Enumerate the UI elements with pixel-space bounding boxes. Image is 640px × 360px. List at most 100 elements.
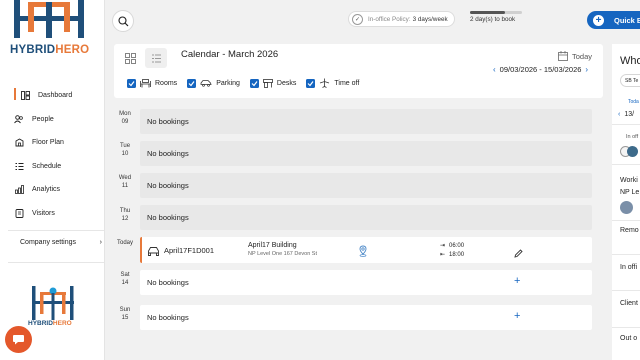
calendar-header: Calendar - March 2026 Today ‹ 09/03/2026… [114, 44, 603, 98]
progress-fill [470, 11, 505, 14]
search-button[interactable] [112, 10, 134, 32]
schedule-view-icon [151, 54, 161, 62]
visitors-icon [14, 208, 24, 218]
arrow-out-icon: ⇤ [440, 252, 446, 258]
checkbox-checked-icon[interactable] [306, 78, 316, 88]
sidebar-item-floor-plan[interactable]: Floor Plan [14, 131, 104, 155]
sidebar-item-label: People [32, 115, 54, 123]
sidebar-item-label: Analytics [32, 186, 61, 194]
today-link[interactable]: Toda [628, 99, 639, 105]
sidebar-item-schedule[interactable]: Schedule [14, 155, 104, 179]
checkbox-checked-icon[interactable] [249, 78, 259, 88]
divider [612, 164, 640, 165]
chat-icon [13, 335, 24, 345]
panel-date-nav: ‹ 13/ [618, 111, 635, 118]
logo-wordmark-small: HYBRIDHERO [28, 320, 72, 327]
date-range-nav: ‹ 09/03/2026 - 15/03/2026 › [489, 65, 592, 74]
day-row[interactable]: No bookings [140, 141, 592, 166]
filter-label: Desks [276, 79, 297, 87]
booking-progress: 2 day(s) to book [470, 11, 522, 23]
desk-icon [263, 78, 273, 88]
divider [612, 220, 640, 221]
today-button[interactable]: Today [558, 51, 592, 61]
checkbox-checked-icon[interactable] [127, 78, 136, 88]
client-label: Client [620, 300, 638, 307]
arrow-in-icon: ⇥ [440, 243, 446, 249]
booking-card[interactable]: April17F1D001 April17 Building NP Level … [140, 237, 592, 263]
team-selector[interactable]: SB Te [620, 74, 640, 87]
in-office-label-2: In offi [620, 264, 637, 271]
day-row[interactable]: No bookings + [140, 270, 592, 295]
today-label: Today [572, 51, 593, 61]
day-row[interactable]: No bookings + [140, 305, 592, 330]
no-bookings-text: No bookings [147, 149, 189, 158]
checkbox-checked-icon[interactable] [187, 78, 197, 88]
day-row[interactable]: No bookings [140, 205, 592, 230]
grid-view-icon [124, 52, 136, 64]
filter-time-off[interactable]: Time off [306, 78, 359, 88]
day-label-sun: Sun 15 [119, 307, 131, 321]
booking-end: ⇤ 18:00 [440, 251, 465, 259]
sidebar-item-dashboard[interactable]: Dashboard [14, 84, 104, 108]
filter-label: Rooms [155, 79, 178, 87]
location-label: NP Le [620, 189, 640, 196]
chat-button[interactable] [5, 326, 32, 353]
filter-parking[interactable]: Parking [187, 78, 240, 88]
divider [8, 230, 104, 231]
whos-in-panel: Who SB Te Toda ‹ 13/ In off Worki NP Le R… [612, 44, 640, 360]
location-pin-icon[interactable] [358, 244, 368, 262]
out-of-office-label: Out o [620, 335, 638, 342]
filter-label: Parking [216, 79, 240, 87]
day-label-tue: Tue 10 [119, 143, 131, 157]
grid-view-button[interactable] [119, 48, 141, 68]
filter-bar: Rooms Parking Desks Time off [127, 78, 369, 88]
car-icon [147, 244, 160, 262]
company-settings-link[interactable]: Company settings › [20, 239, 102, 246]
schedule-view-button[interactable] [145, 48, 167, 68]
sidebar: HYBRIDHERO Dashboard People Floor Plan S… [0, 0, 105, 360]
panel-title: Who [620, 55, 640, 67]
quick-book-label: Quick B [614, 15, 640, 25]
sidebar-item-people[interactable]: People [14, 108, 104, 132]
dashboard-icon [20, 91, 30, 101]
divider [612, 124, 640, 125]
chevron-right-icon: › [99, 239, 102, 246]
calendar-title: Calendar - March 2026 [181, 49, 279, 60]
booking-building: April17 Building [248, 242, 297, 249]
day-row[interactable]: No bookings [140, 109, 592, 134]
filter-label: Time off [334, 79, 360, 87]
avatar[interactable] [627, 146, 638, 157]
booking-start: ⇥ 06:00 [440, 242, 465, 250]
no-bookings-text: No bookings [147, 278, 189, 287]
edit-icon[interactable] [514, 245, 523, 263]
divider [612, 254, 640, 255]
no-bookings-text: No bookings [147, 313, 189, 322]
add-booking-button[interactable]: + [514, 311, 520, 322]
sidebar-item-label: Floor Plan [32, 139, 64, 147]
booking-id: April17F1D001 [164, 246, 215, 255]
car-icon [200, 79, 212, 87]
add-booking-button[interactable]: + [514, 276, 520, 287]
progress-label: 2 day(s) to book [470, 16, 516, 23]
sidebar-item-analytics[interactable]: Analytics [14, 178, 104, 202]
day-label-thu: Thu 12 [119, 208, 131, 222]
day-row[interactable]: No bookings [140, 173, 592, 198]
filter-desks[interactable]: Desks [249, 78, 297, 88]
divider [612, 290, 640, 291]
rooms-icon [140, 78, 151, 88]
sidebar-item-visitors[interactable]: Visitors [14, 202, 104, 226]
avatar[interactable] [620, 201, 633, 214]
divider [612, 327, 640, 328]
chevron-left-icon[interactable]: ‹ [493, 65, 496, 74]
date-range-label: 09/03/2026 - 15/03/2026 [499, 65, 582, 74]
sidebar-nav: Dashboard People Floor Plan Schedule Ana… [14, 84, 104, 225]
chevron-right-icon[interactable]: › [585, 65, 588, 74]
schedule-icon [14, 161, 24, 171]
filter-rooms[interactable]: Rooms [127, 78, 178, 88]
chevron-left-icon[interactable]: ‹ [618, 111, 620, 118]
quick-book-button[interactable]: + Quick B [587, 11, 640, 29]
sidebar-item-label: Dashboard [38, 92, 73, 100]
progress-bar [470, 11, 522, 14]
people-icon [14, 114, 24, 124]
day-label-mon: Mon 09 [119, 111, 131, 125]
